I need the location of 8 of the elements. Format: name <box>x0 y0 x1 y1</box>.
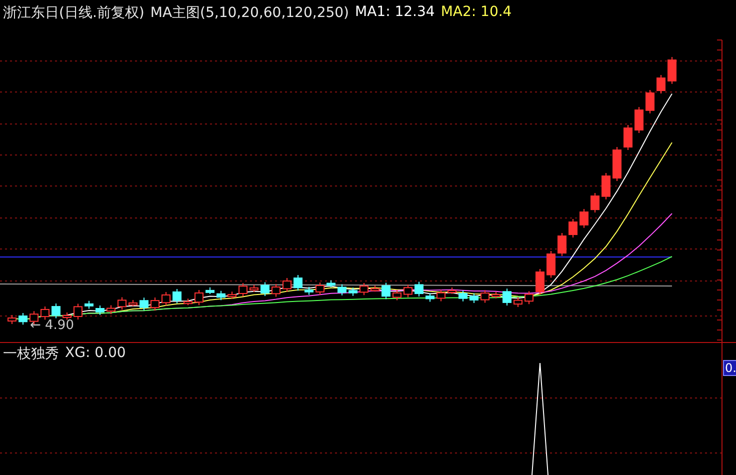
average-value: MA2: 10.4 <box>440 4 512 22</box>
average-value: MA1: 12.34 <box>355 4 435 22</box>
indicator-name: MA主图(5,10,20,60,120,250) <box>150 4 349 22</box>
low-price-label: ← 4.90 <box>30 318 74 333</box>
indicator-name: 一枝独秀 <box>3 345 59 363</box>
signal-value: XG: 0.00 <box>65 345 126 363</box>
axis-value-label: 0. <box>723 360 736 376</box>
stock-title: 浙江东日(日线.前复权) <box>3 4 144 22</box>
